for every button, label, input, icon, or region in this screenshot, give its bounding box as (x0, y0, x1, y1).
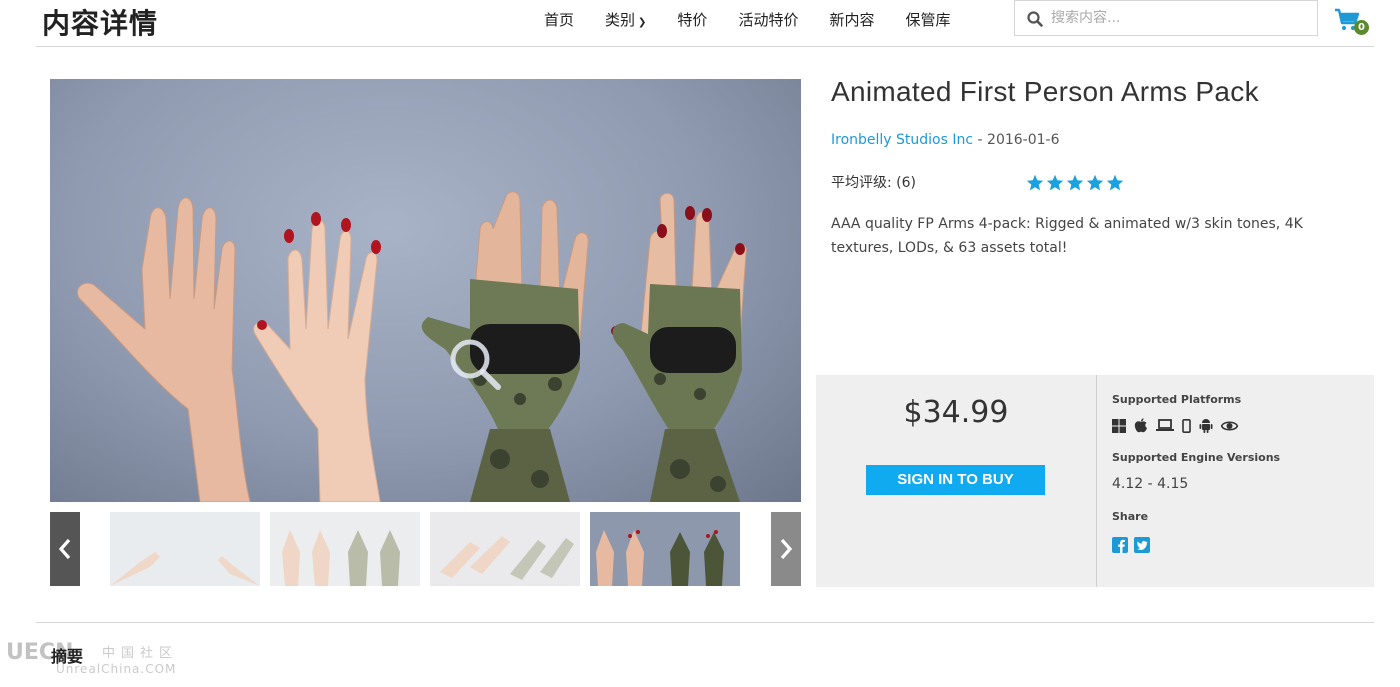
price: $34.99 (903, 395, 1009, 430)
thumbnail-strip (50, 512, 801, 586)
thumbnail-image (110, 552, 260, 586)
nav-new-content-label: 新内容 (829, 11, 875, 29)
thumbnail-4-selected[interactable] (590, 512, 740, 586)
nav-vault-label: 保管库 (905, 11, 951, 29)
thumbnail-next-button[interactable] (771, 512, 801, 586)
cart-count-badge: 0 (1354, 20, 1369, 35)
facebook-icon[interactable] (1112, 537, 1128, 553)
star-icon (1066, 174, 1084, 191)
summary-heading: 摘要 (51, 647, 84, 666)
nav-categories-label: 类别 (605, 11, 636, 29)
release-date: 2016-01-6 (987, 132, 1060, 148)
nav-home-label: 首页 (544, 11, 575, 29)
product-description: AAA quality FP Arms 4-pack: Rigged & ani… (831, 216, 1303, 256)
platform-icons (1112, 418, 1238, 433)
mobile-icon (1182, 418, 1191, 433)
nav-sale-label: 特价 (677, 11, 708, 29)
sign-in-to-buy-button[interactable]: SIGN IN TO BUY (866, 465, 1045, 495)
top-header: 内容详情 首页 类别❯ 特价 活动特价 新内容 保管库 0 (36, 0, 1374, 47)
engine-versions: 4.12 - 4.15 (1112, 476, 1189, 492)
search-box (1014, 0, 1318, 36)
thumbnail-image (282, 530, 400, 586)
thumbnail-2[interactable] (270, 512, 420, 586)
laptop-icon (1156, 419, 1174, 431)
zoom-icon[interactable] (448, 337, 504, 393)
eye-icon (1221, 420, 1238, 431)
panel-divider (1096, 375, 1097, 587)
product-main-image[interactable] (50, 79, 801, 502)
search-icon[interactable] (1027, 11, 1043, 27)
rating-summary: 平均评级: (6) (831, 172, 916, 192)
product-title: Animated First Person Arms Pack (831, 76, 1259, 107)
android-icon (1199, 419, 1213, 433)
nav-event-sale[interactable]: 活动特价 (738, 9, 798, 30)
nav-home[interactable]: 首页 (544, 9, 574, 30)
star-icon (1026, 174, 1044, 191)
nav-new-content[interactable]: 新内容 (829, 9, 874, 30)
nav-sale[interactable]: 特价 (677, 9, 707, 30)
platforms-heading: Supported Platforms (1112, 393, 1242, 406)
thumbnail-3[interactable] (430, 512, 580, 586)
nav-categories[interactable]: 类别 ❯ (605, 9, 646, 30)
main-nav: 首页 类别 ❯ 特价 活动特价 新内容 保管库 (544, 9, 981, 30)
star-icon (1086, 174, 1104, 191)
meta-separator: - (973, 132, 988, 148)
cart-button[interactable]: 0 (1334, 8, 1369, 35)
engine-heading: Supported Engine Versions (1112, 451, 1281, 464)
thumbnail-image (596, 530, 724, 586)
chevron-down-icon: ❯ (638, 17, 647, 28)
windows-icon (1112, 418, 1126, 433)
arms-render-image (76, 191, 747, 502)
rating-stars (1026, 174, 1124, 192)
star-icon (1106, 174, 1124, 191)
twitter-icon[interactable] (1134, 537, 1150, 553)
share-heading: Share (1112, 510, 1149, 523)
apple-icon (1134, 418, 1147, 433)
seller-link[interactable]: Ironbelly Studios Inc (831, 132, 973, 148)
page-title: 内容详情 (42, 7, 159, 40)
section-divider (36, 622, 1374, 623)
rating-count[interactable]: (6) (896, 175, 916, 191)
purchase-panel: $34.99 SIGN IN TO BUY Supported Platform… (816, 375, 1374, 587)
nav-vault[interactable]: 保管库 (905, 9, 950, 30)
rating-label: 平均评级: (831, 175, 892, 191)
watermark-cn: 中国社区 (102, 646, 179, 661)
search-input[interactable] (1051, 5, 1311, 31)
thumbnail-prev-button[interactable] (50, 512, 80, 586)
chevron-left-icon (58, 538, 71, 560)
star-icon (1046, 174, 1064, 191)
product-meta: Ironbelly Studios Inc - 2016-01-6 (831, 132, 1060, 148)
chevron-right-icon (780, 538, 793, 560)
thumbnail-image (440, 536, 574, 580)
nav-event-sale-label: 活动特价 (738, 11, 799, 29)
share-buttons (1112, 537, 1150, 553)
thumbnail-1[interactable] (110, 512, 260, 586)
